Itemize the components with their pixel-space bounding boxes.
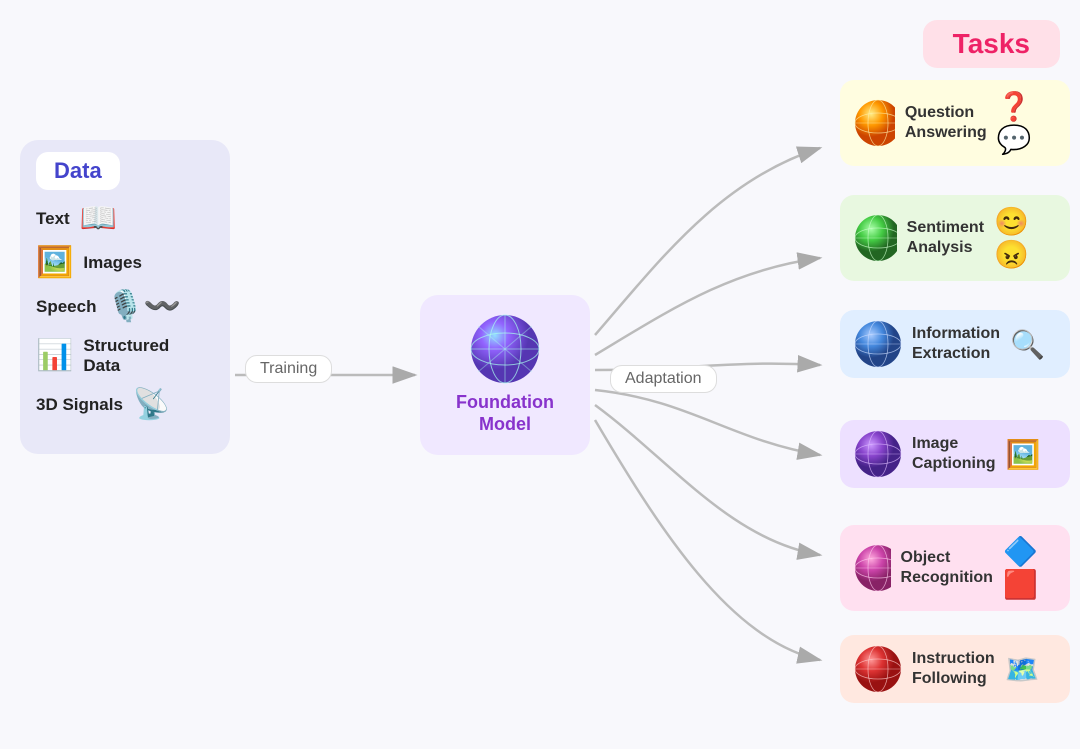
data-panel: Data Text 📖 🖼️ Images Speech 🎙️〰️ 📊 Stru… xyxy=(20,140,230,454)
foundation-model-label: FoundationModel xyxy=(456,392,554,435)
3d-icon: 📡 xyxy=(133,390,170,420)
data-item-3d: 3D Signals 📡 xyxy=(36,390,214,420)
images-icon: 🖼️ xyxy=(36,248,73,278)
data-item-speech: Speech 🎙️〰️ xyxy=(36,292,214,322)
data-item-speech-label: Speech xyxy=(36,297,96,317)
data-item-3d-label: 3D Signals xyxy=(36,395,123,415)
data-item-images-label: Images xyxy=(83,253,142,273)
qa-label: QuestionAnswering xyxy=(905,103,987,143)
ic-label: ImageCaptioning xyxy=(912,434,996,474)
or-sphere xyxy=(854,544,891,592)
data-item-structured: 📊 StructuredData xyxy=(36,336,214,376)
ie-sphere xyxy=(854,320,902,368)
adaptation-label: Adaptation xyxy=(610,365,717,393)
data-item-text-label: Text xyxy=(36,209,70,229)
if-label: InstructionFollowing xyxy=(912,649,995,689)
or-icon: 🔷🟥 xyxy=(1003,535,1056,601)
ie-label: InformationExtraction xyxy=(912,324,1000,364)
data-title-box: Data xyxy=(36,152,120,190)
task-card-instruction-following: InstructionFollowing 🗺️ xyxy=(840,635,1070,703)
task-card-sentiment: SentimentAnalysis 😊😠 xyxy=(840,195,1070,281)
adaptation-text: Adaptation xyxy=(625,370,702,387)
qa-sphere xyxy=(854,99,895,147)
data-item-structured-label: StructuredData xyxy=(83,336,169,376)
task-card-object-recognition: ObjectRecognition 🔷🟥 xyxy=(840,525,1070,611)
sentiment-label: SentimentAnalysis xyxy=(907,218,984,258)
sentiment-sphere xyxy=(854,214,897,262)
tasks-title: Tasks xyxy=(953,28,1030,59)
tasks-title-box: Tasks xyxy=(923,20,1060,68)
speech-icon: 🎙️〰️ xyxy=(106,292,181,322)
task-card-question-answering: QuestionAnswering ❓💬 xyxy=(840,80,1070,166)
qa-icon: ❓💬 xyxy=(997,90,1056,156)
ic-sphere xyxy=(854,430,902,478)
task-card-info-extraction: InformationExtraction 🔍 xyxy=(840,310,1070,378)
data-title: Data xyxy=(54,158,102,183)
training-text: Training xyxy=(260,360,317,377)
training-label: Training xyxy=(245,355,332,383)
if-sphere xyxy=(854,645,902,693)
text-icon: 📖 xyxy=(80,204,117,234)
structured-icon: 📊 xyxy=(36,341,73,371)
ie-icon: 🔍 xyxy=(1010,328,1045,361)
data-item-text: Text 📖 xyxy=(36,204,214,234)
data-item-images: 🖼️ Images xyxy=(36,248,214,278)
task-card-image-captioning: ImageCaptioning 🖼️ xyxy=(840,420,1070,488)
sentiment-icon: 😊😠 xyxy=(994,205,1056,271)
ic-icon: 🖼️ xyxy=(1006,438,1041,471)
or-label: ObjectRecognition xyxy=(901,548,993,588)
foundation-model-box: FoundationModel xyxy=(420,295,590,455)
if-icon: 🗺️ xyxy=(1005,653,1040,686)
foundation-sphere xyxy=(470,314,540,384)
